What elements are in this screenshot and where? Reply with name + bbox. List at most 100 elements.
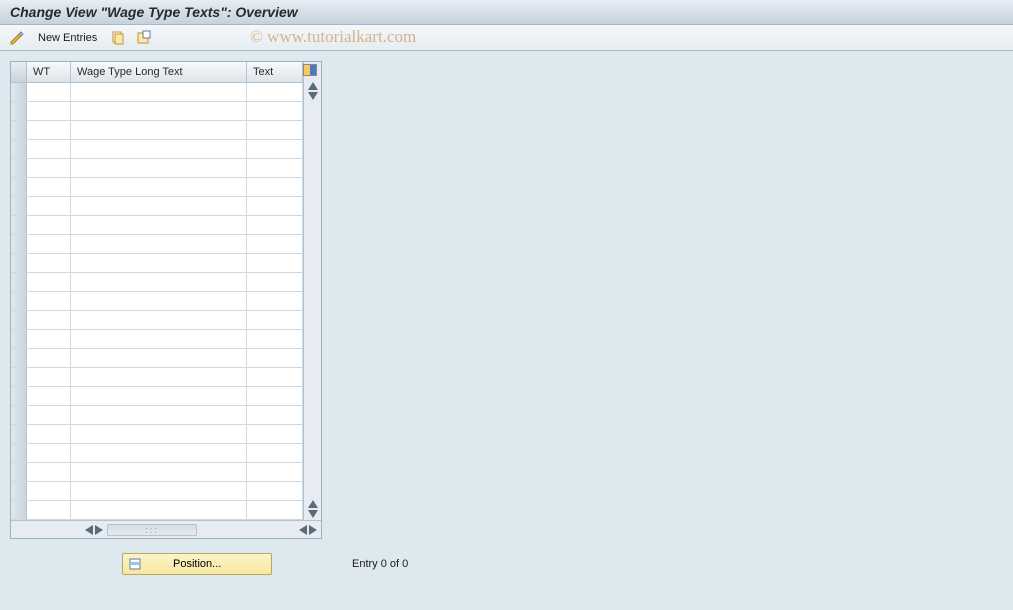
cell-wt[interactable] bbox=[27, 501, 71, 519]
table-row[interactable] bbox=[11, 102, 303, 121]
scroll-thumb[interactable]: ::: bbox=[107, 524, 197, 536]
row-selector[interactable] bbox=[11, 311, 27, 329]
cell-long-text[interactable] bbox=[71, 140, 247, 158]
cell-text[interactable] bbox=[247, 140, 303, 158]
cell-long-text[interactable] bbox=[71, 254, 247, 272]
row-selector[interactable] bbox=[11, 425, 27, 443]
scroll-left-icon[interactable] bbox=[299, 525, 307, 535]
table-row[interactable] bbox=[11, 330, 303, 349]
table-row[interactable] bbox=[11, 197, 303, 216]
new-entries-button[interactable]: New Entries bbox=[34, 30, 101, 46]
table-row[interactable] bbox=[11, 482, 303, 501]
row-selector[interactable] bbox=[11, 197, 27, 215]
cell-text[interactable] bbox=[247, 444, 303, 462]
cell-long-text[interactable] bbox=[71, 463, 247, 481]
scroll-down-icon[interactable] bbox=[308, 92, 318, 100]
cell-wt[interactable] bbox=[27, 102, 71, 120]
row-selector[interactable] bbox=[11, 83, 27, 101]
cell-text[interactable] bbox=[247, 292, 303, 310]
position-button[interactable]: Position... bbox=[122, 553, 272, 575]
scroll-up-icon[interactable] bbox=[308, 82, 318, 90]
cell-long-text[interactable] bbox=[71, 216, 247, 234]
table-row[interactable] bbox=[11, 159, 303, 178]
cell-long-text[interactable] bbox=[71, 387, 247, 405]
cell-text[interactable] bbox=[247, 254, 303, 272]
cell-text[interactable] bbox=[247, 311, 303, 329]
cell-text[interactable] bbox=[247, 235, 303, 253]
cell-long-text[interactable] bbox=[71, 311, 247, 329]
cell-wt[interactable] bbox=[27, 235, 71, 253]
cell-long-text[interactable] bbox=[71, 349, 247, 367]
row-selector[interactable] bbox=[11, 482, 27, 500]
vertical-scrollbar[interactable] bbox=[303, 62, 321, 520]
row-selector[interactable] bbox=[11, 121, 27, 139]
table-row[interactable] bbox=[11, 273, 303, 292]
table-row[interactable] bbox=[11, 311, 303, 330]
table-row[interactable] bbox=[11, 406, 303, 425]
row-selector[interactable] bbox=[11, 368, 27, 386]
row-selector[interactable] bbox=[11, 178, 27, 196]
cell-text[interactable] bbox=[247, 425, 303, 443]
select-all-header[interactable] bbox=[11, 62, 27, 82]
scroll-left-icon[interactable] bbox=[85, 525, 93, 535]
table-row[interactable] bbox=[11, 216, 303, 235]
cell-long-text[interactable] bbox=[71, 235, 247, 253]
cell-wt[interactable] bbox=[27, 311, 71, 329]
cell-long-text[interactable] bbox=[71, 368, 247, 386]
scroll-right-icon[interactable] bbox=[95, 525, 103, 535]
cell-text[interactable] bbox=[247, 273, 303, 291]
table-row[interactable] bbox=[11, 444, 303, 463]
row-selector[interactable] bbox=[11, 159, 27, 177]
table-row[interactable] bbox=[11, 501, 303, 520]
edit-icon[interactable] bbox=[8, 29, 26, 47]
copy-icon[interactable] bbox=[109, 29, 127, 47]
column-header-long-text[interactable]: Wage Type Long Text bbox=[71, 62, 247, 82]
table-row[interactable] bbox=[11, 387, 303, 406]
row-selector[interactable] bbox=[11, 292, 27, 310]
cell-wt[interactable] bbox=[27, 444, 71, 462]
cell-long-text[interactable] bbox=[71, 444, 247, 462]
cell-long-text[interactable] bbox=[71, 197, 247, 215]
row-selector[interactable] bbox=[11, 444, 27, 462]
cell-text[interactable] bbox=[247, 349, 303, 367]
cell-text[interactable] bbox=[247, 330, 303, 348]
cell-text[interactable] bbox=[247, 197, 303, 215]
row-selector[interactable] bbox=[11, 102, 27, 120]
table-row[interactable] bbox=[11, 140, 303, 159]
table-row[interactable] bbox=[11, 425, 303, 444]
table-row[interactable] bbox=[11, 235, 303, 254]
cell-wt[interactable] bbox=[27, 330, 71, 348]
row-selector[interactable] bbox=[11, 254, 27, 272]
cell-wt[interactable] bbox=[27, 387, 71, 405]
scroll-up-icon[interactable] bbox=[308, 500, 318, 508]
cell-long-text[interactable] bbox=[71, 83, 247, 101]
cell-long-text[interactable] bbox=[71, 159, 247, 177]
table-row[interactable] bbox=[11, 178, 303, 197]
row-selector[interactable] bbox=[11, 330, 27, 348]
cell-wt[interactable] bbox=[27, 425, 71, 443]
column-header-wt[interactable]: WT bbox=[27, 62, 71, 82]
cell-long-text[interactable] bbox=[71, 330, 247, 348]
row-selector[interactable] bbox=[11, 216, 27, 234]
table-row[interactable] bbox=[11, 292, 303, 311]
row-selector[interactable] bbox=[11, 273, 27, 291]
row-selector[interactable] bbox=[11, 387, 27, 405]
cell-text[interactable] bbox=[247, 406, 303, 424]
cell-long-text[interactable] bbox=[71, 102, 247, 120]
cell-wt[interactable] bbox=[27, 292, 71, 310]
table-row[interactable] bbox=[11, 463, 303, 482]
table-row[interactable] bbox=[11, 349, 303, 368]
cell-long-text[interactable] bbox=[71, 121, 247, 139]
cell-long-text[interactable] bbox=[71, 406, 247, 424]
table-row[interactable] bbox=[11, 368, 303, 387]
cell-text[interactable] bbox=[247, 216, 303, 234]
delimit-icon[interactable] bbox=[135, 29, 153, 47]
cell-text[interactable] bbox=[247, 178, 303, 196]
cell-text[interactable] bbox=[247, 102, 303, 120]
cell-wt[interactable] bbox=[27, 197, 71, 215]
cell-wt[interactable] bbox=[27, 178, 71, 196]
cell-text[interactable] bbox=[247, 368, 303, 386]
scroll-down-icon[interactable] bbox=[308, 510, 318, 518]
cell-wt[interactable] bbox=[27, 349, 71, 367]
cell-long-text[interactable] bbox=[71, 178, 247, 196]
